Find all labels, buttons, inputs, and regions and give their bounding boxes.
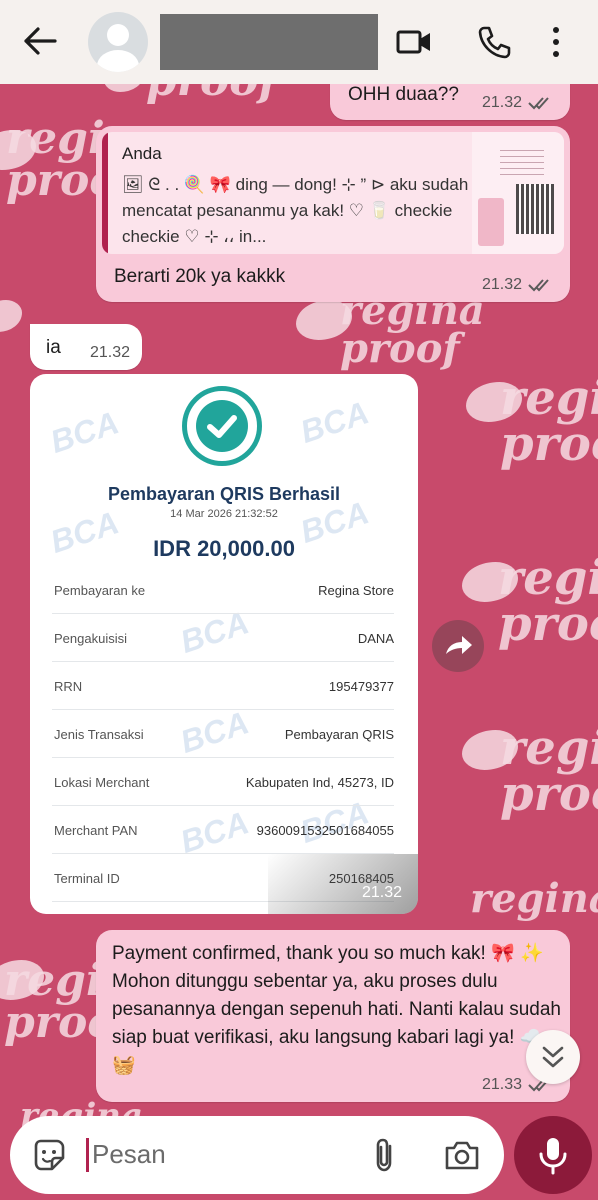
quote-thumbnail (472, 132, 564, 254)
wallpaper-watermark: reginaproof (500, 720, 598, 822)
read-receipt-icon (528, 279, 549, 292)
dove-decoration (0, 300, 22, 332)
outgoing-message[interactable]: Payment confirmed, thank you so much kak… (96, 930, 570, 1102)
message-time: 21.33 (481, 1076, 522, 1093)
bca-watermark: BCA (295, 394, 374, 450)
receipt-row-label: Lokasi Merchant (54, 775, 150, 790)
receipt-amount: IDR 20,000.00 (153, 536, 295, 561)
wallpaper-watermark: regina (470, 875, 598, 922)
double-chevron-down-icon (542, 1046, 564, 1068)
message-time: 21.32 (361, 884, 402, 901)
receipt-datetime: 14 Mar 2026 21:32:52 (170, 508, 278, 520)
scroll-to-bottom-button[interactable] (526, 1030, 580, 1084)
message-time: 21.32 (89, 344, 130, 361)
contact-avatar[interactable] (88, 12, 148, 72)
wallpaper-watermark: reginaproof (498, 550, 598, 652)
back-arrow-icon[interactable] (22, 26, 58, 56)
receipt-row: Jenis Transaksi Pembayaran QRIS (52, 710, 394, 758)
message-text: Payment confirmed, thank you so much kak… (112, 943, 561, 1076)
receipt-row-label: Jenis Transaksi (54, 727, 144, 742)
bca-watermark: BCA (45, 404, 124, 460)
attach-icon[interactable] (366, 1136, 404, 1174)
text-cursor (86, 1138, 89, 1172)
voice-record-button[interactable] (514, 1116, 592, 1194)
phone-icon[interactable] (474, 22, 514, 62)
receipt-row: Pengakuisisi DANA (52, 614, 394, 662)
wallpaper-watermark: reginaproof (500, 370, 598, 472)
receipt-row-label: Pembayaran ke (54, 583, 146, 598)
receipt-row: Lokasi Merchant Kabupaten Ind, 45273, ID (52, 758, 394, 806)
camera-icon[interactable] (442, 1136, 482, 1174)
receipt-row-value: Regina Store (318, 583, 394, 598)
receipt-row-label: Merchant PAN (54, 823, 138, 838)
incoming-message[interactable]: ia 21.32 (30, 324, 142, 370)
receipt-row: RRN 195479377 (52, 662, 394, 710)
mic-icon (539, 1138, 567, 1175)
sticker-icon[interactable] (30, 1136, 68, 1174)
qr-code-icon (516, 184, 554, 234)
receipt-row-label: Pengakuisisi (54, 631, 127, 646)
quote-author: Anda (122, 144, 162, 163)
message-text: Berarti 20k ya kakkk (114, 266, 286, 287)
more-vertical-icon[interactable] (544, 22, 568, 62)
wallpaper-watermark: reginaproof (340, 287, 485, 372)
message-time: 21.32 (481, 94, 522, 111)
receipt-row-value: Kabupaten Ind, 45273, ID (245, 775, 394, 790)
chat-header (0, 0, 598, 84)
message-text: ia (46, 337, 61, 358)
receipt-row-value: Pembayaran QRIS (284, 727, 394, 742)
quoted-message[interactable]: Anda 🖼 ᘓ . . 🍭 🎀 ding — dong! ⊹ ” ⊳ aku … (102, 132, 564, 254)
receipt-row-label: RRN (54, 679, 83, 694)
receipt-row-value: 9360091532501684055 (256, 823, 394, 838)
read-receipt-icon (528, 97, 549, 110)
receipt-title: Pembayaran QRIS Berhasil (107, 484, 341, 504)
receipt-row-label: Terminal ID (54, 871, 120, 886)
quote-text: 🖼 ᘓ . . 🍭 🎀 ding — dong! ⊹ ” ⊳ aku sudah… (122, 175, 469, 246)
forward-button[interactable] (432, 620, 484, 672)
message-composer (10, 1116, 504, 1194)
forward-icon (446, 636, 472, 654)
quote-bar (102, 132, 108, 254)
message-time: 21.32 (481, 276, 522, 293)
outgoing-message[interactable]: Anda 🖼 ᘓ . . 🍭 🎀 ding — dong! ⊹ ” ⊳ aku … (96, 126, 570, 302)
receipt-row-value: DANA (357, 631, 394, 646)
incoming-image-message[interactable]: BCA BCA BCA BCA BCA BCA BCA BCA Pembayar… (30, 374, 418, 914)
contact-name-redacted[interactable] (160, 14, 378, 70)
receipt-row: Pembayaran ke Regina Store (52, 566, 394, 614)
message-text: OHH duaa?? (348, 84, 459, 105)
receipt-row: Merchant PAN 9360091532501684055 (52, 806, 394, 854)
receipt-row-value: 195479377 (328, 679, 394, 694)
message-input[interactable] (92, 1134, 352, 1174)
video-call-icon[interactable] (394, 22, 434, 62)
success-check-icon (182, 386, 262, 466)
